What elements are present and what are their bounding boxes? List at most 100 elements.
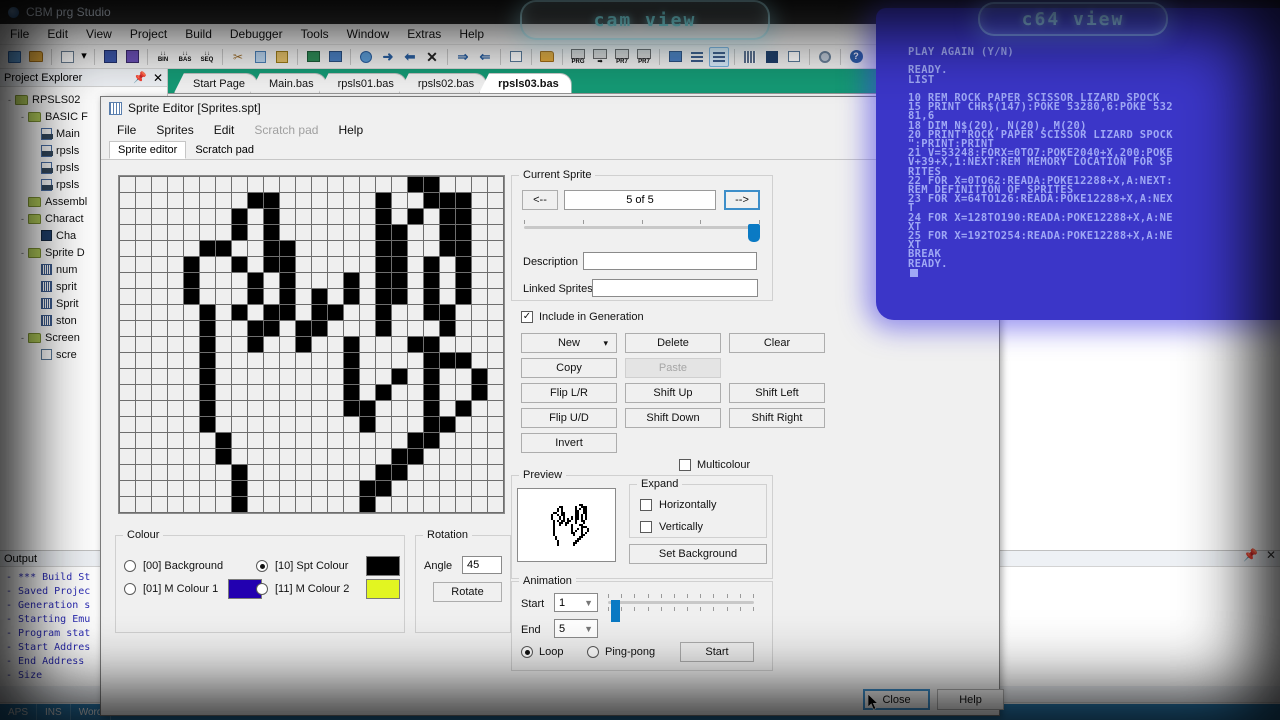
sprite-pixel[interactable] [200,321,215,336]
sprite-pixel[interactable] [344,465,359,480]
sprite-pixel[interactable] [328,497,343,512]
sprite-pixel[interactable] [264,385,279,400]
flip-lr-button[interactable]: Flip L/R [521,383,617,403]
expand-vertically-row[interactable]: Vertically [640,521,703,533]
sprite-pixel[interactable] [184,465,199,480]
sprite-pixel[interactable] [184,481,199,496]
sprite-pixel[interactable] [136,465,151,480]
sprite-pixel[interactable] [344,449,359,464]
sprite-pixel[interactable] [456,465,471,480]
sprite-pixel[interactable] [264,209,279,224]
sprite-pixel[interactable] [488,305,503,320]
sprite-pixel[interactable] [360,449,375,464]
menu-item-build[interactable]: Build [185,27,212,41]
sprite-pixel[interactable] [280,289,295,304]
sprite-pixel[interactable] [376,449,391,464]
sprite-pixel[interactable] [184,417,199,432]
build-prg-alt2-icon[interactable]: PR7 [634,47,654,67]
sprite-pixel[interactable] [360,497,375,512]
sprite-pixel[interactable] [376,401,391,416]
sprite-pixel[interactable] [456,321,471,336]
expand-horizontally-checkbox[interactable] [640,499,652,511]
indent-icon[interactable] [303,47,323,67]
sprite-pixel[interactable] [296,289,311,304]
menu-item-project[interactable]: Project [130,27,167,41]
step-back-icon[interactable]: ⬅ [400,47,420,67]
sprite-pixel[interactable] [408,273,423,288]
sprite-pixel[interactable] [472,177,487,192]
sprite-pixel[interactable] [312,497,327,512]
sprite-pixel[interactable] [360,481,375,496]
sprite-pixel[interactable] [360,225,375,240]
sprite-pixel[interactable] [408,193,423,208]
sprite-pixel[interactable] [200,353,215,368]
radio-mcolour1[interactable] [124,583,136,595]
sprite-pixel[interactable] [248,433,263,448]
sprite-pixel[interactable] [360,401,375,416]
sprite-pixel[interactable] [200,225,215,240]
sprite-pixel[interactable] [120,497,135,512]
sprite-pixel[interactable] [392,337,407,352]
sprite-pixel[interactable] [344,401,359,416]
sprite-pixel[interactable] [392,433,407,448]
dropdown-arrow-icon[interactable]: ▾ [79,47,89,67]
sprite-pixel[interactable] [472,353,487,368]
build-seq-icon[interactable]: ↓↓ SEQ [197,47,217,67]
sprite-pixel[interactable] [200,497,215,512]
sprite-pixel[interactable] [488,497,503,512]
menu-item-tools[interactable]: Tools [301,27,329,41]
sprite-pixel[interactable] [392,273,407,288]
sprite-pixel[interactable] [280,225,295,240]
sprite-pixel[interactable] [424,497,439,512]
sprite-pixel[interactable] [328,193,343,208]
sprite-pixel[interactable] [248,209,263,224]
sprite-pixel[interactable] [152,337,167,352]
sprite-pixel[interactable] [328,353,343,368]
sprite-pixel[interactable] [440,193,455,208]
sprite-pixel[interactable] [216,417,231,432]
menu-item-file[interactable]: File [10,27,29,41]
sprite-pixel[interactable] [264,257,279,272]
sprite-pixel[interactable] [200,433,215,448]
sprite-pixel[interactable] [136,353,151,368]
sprite-pixel[interactable] [344,273,359,288]
sprite-pixel[interactable] [280,433,295,448]
set-background-button[interactable]: Set Background [629,544,767,564]
sprite-pixel[interactable] [296,225,311,240]
sprite-pixel[interactable] [376,353,391,368]
sprite-pixel[interactable] [328,449,343,464]
sprite-pixel[interactable] [232,209,247,224]
sprite-pixel[interactable] [408,177,423,192]
sprite-pixel[interactable] [152,481,167,496]
sprite-pixel[interactable] [440,225,455,240]
sprite-pixel[interactable] [488,417,503,432]
sprite-pixel[interactable] [376,433,391,448]
sprite-pixel[interactable] [248,449,263,464]
sprite-pixel[interactable] [152,225,167,240]
sprite-pixel[interactable] [280,257,295,272]
sprite-pixel[interactable] [184,209,199,224]
sprite-pixel[interactable] [488,385,503,400]
sprite-pixel[interactable] [344,193,359,208]
sprite-pixel[interactable] [488,465,503,480]
sprite-pixel[interactable] [488,401,503,416]
build-prg-alt-icon[interactable]: PR7 [612,47,632,67]
sprite-pixel[interactable] [392,369,407,384]
sprite-pixel[interactable] [456,305,471,320]
sprite-pixel[interactable] [168,417,183,432]
sprite-pixel[interactable] [376,321,391,336]
sprite-pixel[interactable] [296,465,311,480]
sprite-pixel[interactable] [424,369,439,384]
sprite-pixel[interactable] [216,209,231,224]
sprite-pixel[interactable] [408,353,423,368]
sprite-pixel[interactable] [328,401,343,416]
sprite-pixel[interactable] [264,417,279,432]
sprite-pixel[interactable] [472,257,487,272]
sprite-pixel[interactable] [344,209,359,224]
sprite-pixel[interactable] [280,241,295,256]
sprite-pixel[interactable] [440,289,455,304]
sprite-pixel-grid[interactable] [119,176,504,513]
sprite-pixel[interactable] [184,401,199,416]
sprite-pixel[interactable] [232,337,247,352]
sprite-pixel[interactable] [232,353,247,368]
